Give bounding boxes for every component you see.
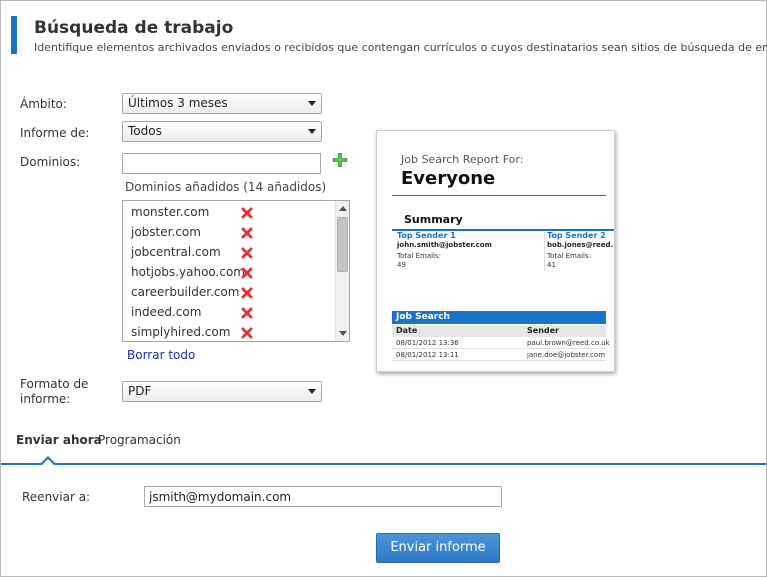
delete-icon[interactable] bbox=[241, 227, 253, 239]
preview-sender1-total-label: Total Emails: bbox=[397, 252, 441, 260]
delete-icon[interactable] bbox=[241, 247, 253, 259]
domain-name: indeed.com bbox=[131, 305, 202, 319]
domains-input[interactable] bbox=[122, 153, 321, 174]
preview-sender2-title: Top Sender 2 bbox=[547, 231, 606, 240]
preview-col-date: Date bbox=[396, 326, 418, 335]
preview-row-sender: paul.brown@reed.co.uk bbox=[527, 339, 610, 347]
format-label-line1: Formato de bbox=[20, 377, 89, 391]
preview-sender2-total-label: Total Emails: bbox=[547, 252, 591, 260]
list-item: simplyhired.com bbox=[131, 325, 331, 341]
forward-to-label: Reenviar a: bbox=[22, 490, 91, 504]
chevron-down-icon bbox=[308, 389, 316, 394]
scroll-up-icon[interactable] bbox=[339, 206, 347, 211]
preview-col-sender: Sender bbox=[527, 326, 559, 335]
domain-name: simplyhired.com bbox=[131, 325, 231, 339]
report-preview: Job Search Report For: Everyone Summary … bbox=[376, 130, 615, 372]
preview-row-date: 08/01/2012 13:11 bbox=[396, 351, 459, 359]
list-item: jobcentral.com bbox=[131, 245, 331, 265]
format-label-line2: informe: bbox=[20, 392, 71, 406]
scroll-thumb[interactable] bbox=[337, 217, 348, 272]
add-domain-icon[interactable] bbox=[333, 153, 347, 167]
preview-summary-title: Summary bbox=[404, 213, 463, 226]
domain-name: hotjobs.yahoo.com bbox=[131, 265, 245, 279]
domain-name: jobster.com bbox=[131, 225, 201, 239]
domain-name: careerbuilder.com bbox=[131, 285, 240, 299]
list-item: careerbuilder.com bbox=[131, 285, 331, 305]
preview-row-date: 08/01/2012 13:36 bbox=[396, 339, 459, 347]
preview-table-header: Date Sender bbox=[392, 325, 606, 337]
chevron-down-icon bbox=[308, 129, 316, 134]
page-subtitle: Identifique elementos archivados enviado… bbox=[34, 41, 767, 54]
domain-list[interactable]: monster.com jobster.com jobcentral.com h… bbox=[122, 200, 350, 342]
list-item: hotjobs.yahoo.com bbox=[131, 265, 331, 285]
preview-row-sender: jane.doe@jobster.com bbox=[527, 351, 606, 359]
report-of-select[interactable]: Todos bbox=[122, 121, 322, 142]
tab-schedule[interactable]: Programación bbox=[98, 433, 181, 447]
format-select-value: PDF bbox=[128, 384, 152, 398]
preview-who: Everyone bbox=[401, 168, 496, 189]
chevron-down-icon bbox=[308, 101, 316, 106]
delete-icon[interactable] bbox=[241, 267, 253, 279]
table-row: 08/01/2012 13:36 paul.brown@reed.co.uk bbox=[392, 338, 610, 349]
scope-select[interactable]: Últimos 3 meses bbox=[122, 93, 322, 114]
domains-label: Dominios: bbox=[20, 155, 81, 169]
clear-all-link[interactable]: Borrar todo bbox=[127, 348, 195, 362]
delete-icon[interactable] bbox=[241, 327, 253, 339]
domain-list-scrollbar[interactable] bbox=[335, 201, 349, 341]
tab-send-now[interactable]: Enviar ahora bbox=[16, 433, 102, 447]
preview-sender1-title: Top Sender 1 bbox=[397, 231, 456, 240]
forward-to-input[interactable] bbox=[144, 486, 502, 507]
preview-sender1-total: 49 bbox=[397, 261, 406, 269]
preview-sender2-email: bob.jones@reed. bbox=[547, 241, 614, 249]
delete-icon[interactable] bbox=[241, 307, 253, 319]
list-item: indeed.com bbox=[131, 305, 331, 325]
domain-name: jobcentral.com bbox=[131, 245, 221, 259]
preview-table-title: Job Search bbox=[392, 311, 606, 324]
delete-icon[interactable] bbox=[241, 207, 253, 219]
header-accent-bar bbox=[11, 16, 17, 54]
page-title: Búsqueda de trabajo bbox=[34, 18, 234, 38]
active-tab-indicator-inner bbox=[42, 459, 54, 465]
list-item: jobster.com bbox=[131, 225, 331, 245]
preview-heading: Job Search Report For: bbox=[401, 153, 524, 166]
tabs-divider bbox=[1, 463, 766, 465]
preview-sender2-total: 41 bbox=[547, 261, 556, 269]
send-report-button[interactable]: Enviar informe bbox=[376, 533, 500, 563]
table-row: 08/01/2012 13:11 jane.doe@jobster.com bbox=[392, 350, 606, 361]
preview-divider bbox=[392, 195, 606, 196]
scope-select-value: Últimos 3 meses bbox=[128, 96, 228, 110]
preview-sender-divider bbox=[544, 231, 545, 271]
domain-name: monster.com bbox=[131, 205, 210, 219]
list-item: monster.com bbox=[131, 205, 331, 225]
scope-label: Ámbito: bbox=[20, 97, 67, 111]
report-of-label: Informe de: bbox=[20, 126, 90, 140]
delete-icon[interactable] bbox=[241, 287, 253, 299]
report-of-select-value: Todos bbox=[128, 124, 162, 138]
added-domains-count: Dominios añadidos (14 añadidos) bbox=[125, 180, 327, 194]
preview-sender1-email: john.smith@jobster.com bbox=[397, 241, 492, 249]
scroll-down-icon[interactable] bbox=[339, 331, 347, 336]
format-select[interactable]: PDF bbox=[122, 381, 322, 402]
